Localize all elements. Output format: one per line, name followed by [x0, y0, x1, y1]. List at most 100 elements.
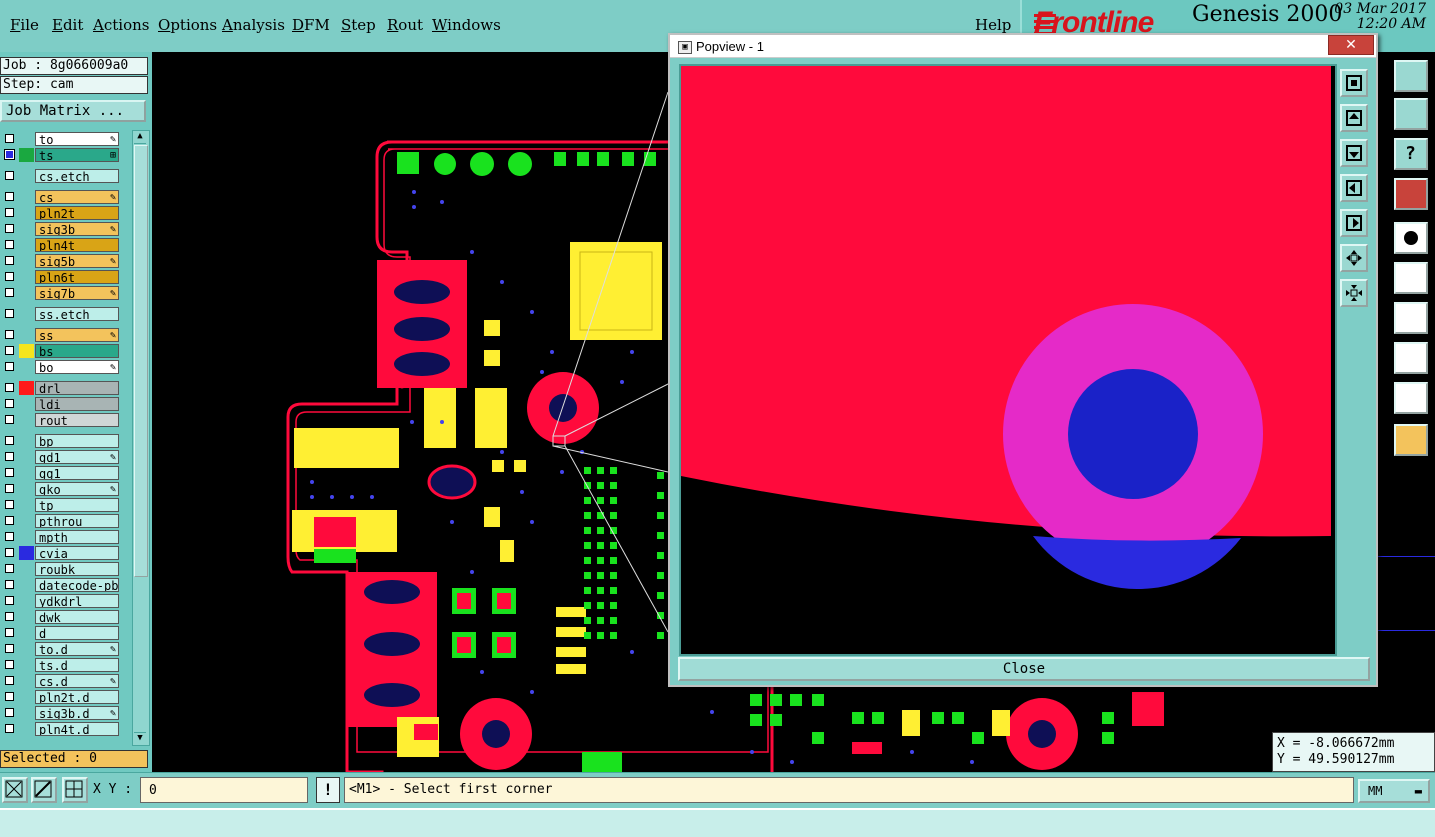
layer-color-swatch[interactable]: [19, 381, 34, 395]
layer-row[interactable]: cvia: [2, 546, 120, 561]
layer-color-swatch[interactable]: [19, 690, 34, 704]
layer-color-swatch[interactable]: [19, 169, 34, 183]
layer-checkbox[interactable]: [5, 692, 14, 701]
layer-name[interactable]: pthrou: [35, 514, 119, 528]
layer-color-swatch[interactable]: [19, 254, 34, 268]
layer-color-swatch[interactable]: [19, 360, 34, 374]
layer-row[interactable]: gg1: [2, 466, 120, 481]
menu-rout[interactable]: Rout: [387, 16, 423, 34]
layer-checkbox[interactable]: [5, 580, 14, 589]
pan-up-icon[interactable]: [1340, 104, 1368, 132]
grid-icon[interactable]: [62, 777, 88, 803]
layer-checkbox[interactable]: [5, 256, 14, 265]
zoom-fit-icon[interactable]: [1340, 69, 1368, 97]
pan-down-icon[interactable]: [1340, 139, 1368, 167]
layer-checkbox[interactable]: [5, 362, 14, 371]
layer-color-swatch[interactable]: [19, 674, 34, 688]
connect-icon[interactable]: [1394, 262, 1428, 294]
layer-color-swatch[interactable]: [19, 530, 34, 544]
layer-row[interactable]: pln4t.d: [2, 722, 120, 737]
layer-name[interactable]: sig7b ✎: [35, 286, 119, 300]
menu-actions[interactable]: Actions: [93, 16, 149, 34]
layer-color-swatch[interactable]: [19, 132, 34, 146]
layer-color-swatch[interactable]: [19, 413, 34, 427]
profile-icon[interactable]: [1394, 382, 1428, 414]
layer-checkbox[interactable]: [5, 330, 14, 339]
layer-name[interactable]: sig3b.d ✎: [35, 706, 119, 720]
layer-row[interactable]: ss ✎: [2, 328, 120, 343]
layer-checkbox[interactable]: [5, 644, 14, 653]
layer-name[interactable]: cs.d ✎: [35, 674, 119, 688]
window-close-button[interactable]: ✕: [1328, 35, 1374, 55]
ff-icon[interactable]: [1394, 302, 1428, 334]
layer-checkbox[interactable]: [5, 468, 14, 477]
menu-edit[interactable]: Edit: [52, 16, 83, 34]
layer-row[interactable]: tp: [2, 498, 120, 513]
layer-row[interactable]: ss.etch: [2, 307, 120, 322]
layer-row[interactable]: cs.d ✎: [2, 674, 120, 689]
layer-row[interactable]: cs ✎: [2, 190, 120, 205]
layer-checkbox[interactable]: [5, 415, 14, 424]
layer-checkbox[interactable]: [5, 240, 14, 249]
layer-checkbox[interactable]: [5, 628, 14, 637]
layer-name[interactable]: ts.d: [35, 658, 119, 672]
scroll-thumb[interactable]: [134, 145, 148, 577]
layer-name[interactable]: gg1: [35, 466, 119, 480]
layer-color-swatch[interactable]: [19, 658, 34, 672]
layer-color-swatch[interactable]: [19, 594, 34, 608]
layer-row[interactable]: pln4t: [2, 238, 120, 253]
layer-name[interactable]: ss.etch: [35, 307, 119, 321]
menu-step[interactable]: Step: [341, 16, 376, 34]
layer-color-swatch[interactable]: [19, 722, 34, 736]
menu-help[interactable]: Help: [975, 16, 1011, 34]
layer-name[interactable]: rout: [35, 413, 119, 427]
layer-checkbox[interactable]: [5, 500, 14, 509]
layer-name[interactable]: tp: [35, 498, 119, 512]
layer-row[interactable]: sig3b ✎: [2, 222, 120, 237]
layer-checkbox[interactable]: [5, 346, 14, 355]
layer-color-swatch[interactable]: [19, 546, 34, 560]
layer-row[interactable]: bo ✎: [2, 360, 120, 375]
layer-row[interactable]: pln2t: [2, 206, 120, 221]
layer-row[interactable]: sig5b ✎: [2, 254, 120, 269]
help-icon[interactable]: ?: [1394, 138, 1428, 170]
layer-name[interactable]: pln2t.d: [35, 690, 119, 704]
layer-name[interactable]: sig5b ✎: [35, 254, 119, 268]
layer-checkbox[interactable]: [5, 724, 14, 733]
layer-checkbox[interactable]: [5, 484, 14, 493]
layer-row[interactable]: dwk: [2, 610, 120, 625]
job-matrix-button[interactable]: Job Matrix ...: [0, 100, 146, 122]
layer-color-swatch[interactable]: [19, 642, 34, 656]
layer-name[interactable]: drl: [35, 381, 119, 395]
popview-zoom-view[interactable]: [679, 64, 1337, 656]
xy-coordinate-input[interactable]: [140, 777, 308, 803]
zoom-in-icon[interactable]: [1340, 244, 1368, 272]
layer-checkbox[interactable]: [5, 564, 14, 573]
layer-row[interactable]: drl: [2, 381, 120, 396]
popview-close-button[interactable]: Close: [678, 657, 1370, 681]
layer-color-swatch[interactable]: [19, 344, 34, 358]
scroll-up-icon[interactable]: ▲: [134, 131, 146, 144]
layer-row[interactable]: rout: [2, 413, 120, 428]
popview-title-bar[interactable]: ▣ Popview - 1 ✕: [670, 35, 1376, 58]
layer-name[interactable]: pln4t.d: [35, 722, 119, 736]
layer-color-swatch[interactable]: [19, 626, 34, 640]
layer-name[interactable]: ss ✎: [35, 328, 119, 342]
layer-row[interactable]: cs.etch: [2, 169, 120, 184]
layer-row[interactable]: d: [2, 626, 120, 641]
layer-color-swatch[interactable]: [19, 434, 34, 448]
layer-row[interactable]: sig3b.d ✎: [2, 706, 120, 721]
layer-name[interactable]: bp: [35, 434, 119, 448]
layer-checkbox[interactable]: [5, 532, 14, 541]
layer-checkbox[interactable]: [5, 516, 14, 525]
layer-color-swatch[interactable]: [19, 148, 34, 162]
layer-name[interactable]: bs: [35, 344, 119, 358]
units-selector[interactable]: MM ▬: [1358, 779, 1430, 803]
layer-color-swatch[interactable]: [19, 397, 34, 411]
layer-name[interactable]: pln2t: [35, 206, 119, 220]
layer-color-swatch[interactable]: [19, 578, 34, 592]
layer-checkbox[interactable]: [5, 288, 14, 297]
scroll-down-icon[interactable]: ▼: [134, 732, 146, 745]
menu-analysis[interactable]: Analysis: [222, 16, 285, 34]
layer-row[interactable]: pln2t.d: [2, 690, 120, 705]
